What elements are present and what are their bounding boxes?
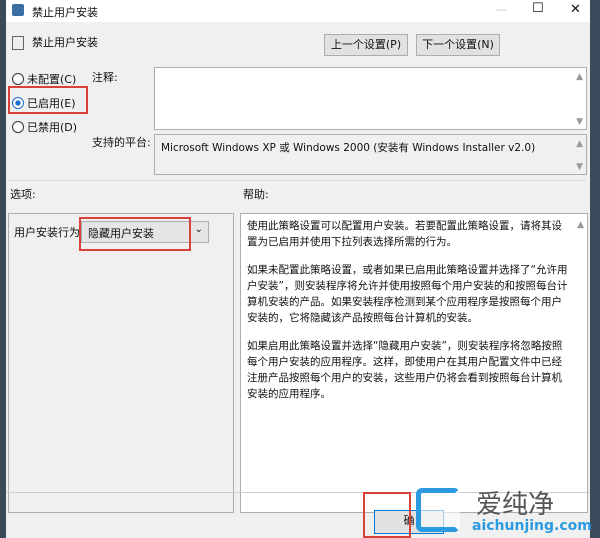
comment-label: 注释: (92, 71, 118, 84)
app-icon (12, 4, 24, 16)
radio-circle (12, 121, 24, 133)
window-title: 禁止用户安装 (32, 6, 98, 19)
policy-dialog: 禁止用户安装 — ☐ ✕ 禁止用户安装 上一个设置(P) 下一个设置(N) 未配… (6, 0, 590, 538)
divider (8, 180, 586, 181)
platform-text: Microsoft Windows XP 或 Windows 2000 (安装有… (161, 142, 536, 154)
help-paragraph: 使用此策略设置可以配置用户安装。若要配置此策略设置，请将其设置为已启用并使用下拉… (247, 220, 562, 248)
radio-label: 已禁用(D) (27, 121, 78, 134)
title-bar: 禁止用户安装 — ☐ ✕ (6, 0, 590, 22)
highlight-enabled (8, 86, 88, 114)
comment-textarea[interactable]: ▲ ▼ (154, 67, 587, 130)
options-pane: 用户安装行为: 隐藏用户安装 ⌄ (8, 213, 234, 513)
previous-setting-button[interactable]: 上一个设置(P) (324, 34, 408, 56)
radio-circle (12, 73, 24, 85)
help-paragraph: 如果启用此策略设置并选择“隐藏用户安装”，则安装程序将忽略按照每个用户安装的应用… (247, 340, 563, 400)
policy-icon (12, 36, 24, 50)
watermark-logo-icon (416, 488, 460, 532)
scroll-up-icon[interactable]: ▲ (576, 139, 583, 149)
scroll-down-icon[interactable]: ▼ (576, 162, 583, 172)
options-label: 选项: (10, 188, 36, 201)
chevron-down-icon: ⌄ (194, 224, 203, 235)
policy-title: 禁止用户安装 (32, 36, 98, 49)
scroll-down-icon[interactable]: ▼ (576, 117, 583, 127)
help-paragraph: 如果未配置此策略设置，或者如果已启用此策略设置并选择了“允许用户安装”，则安装程… (247, 264, 568, 324)
help-label: 帮助: (243, 188, 269, 201)
highlight-ok (363, 492, 411, 538)
help-pane: 使用此策略设置可以配置用户安装。若要配置此策略设置，请将其设置为已启用并使用下拉… (240, 213, 588, 513)
watermark-brand: 爱纯净 (476, 490, 555, 520)
radio-not-configured[interactable]: 未配置(C) (12, 71, 76, 87)
maximize-button[interactable]: ☐ (532, 1, 544, 16)
watermark-url: aichunjing.com (472, 518, 592, 534)
radio-label: 未配置(C) (27, 73, 77, 86)
scroll-up-icon[interactable]: ▲ (576, 72, 583, 82)
radio-disabled[interactable]: 已禁用(D) (12, 119, 77, 135)
scroll-up-icon[interactable]: ▲ (577, 220, 584, 230)
next-setting-button[interactable]: 下一个设置(N) (416, 34, 500, 56)
highlight-select (79, 217, 191, 251)
watermark: 爱纯净 aichunjing.com (412, 484, 600, 538)
close-button[interactable]: ✕ (570, 2, 581, 17)
platform-box: Microsoft Windows XP 或 Windows 2000 (安装有… (154, 134, 587, 175)
minimize-button[interactable]: — (496, 3, 507, 16)
platform-label: 支持的平台: (92, 136, 151, 149)
install-behavior-label: 用户安装行为: (14, 226, 84, 239)
